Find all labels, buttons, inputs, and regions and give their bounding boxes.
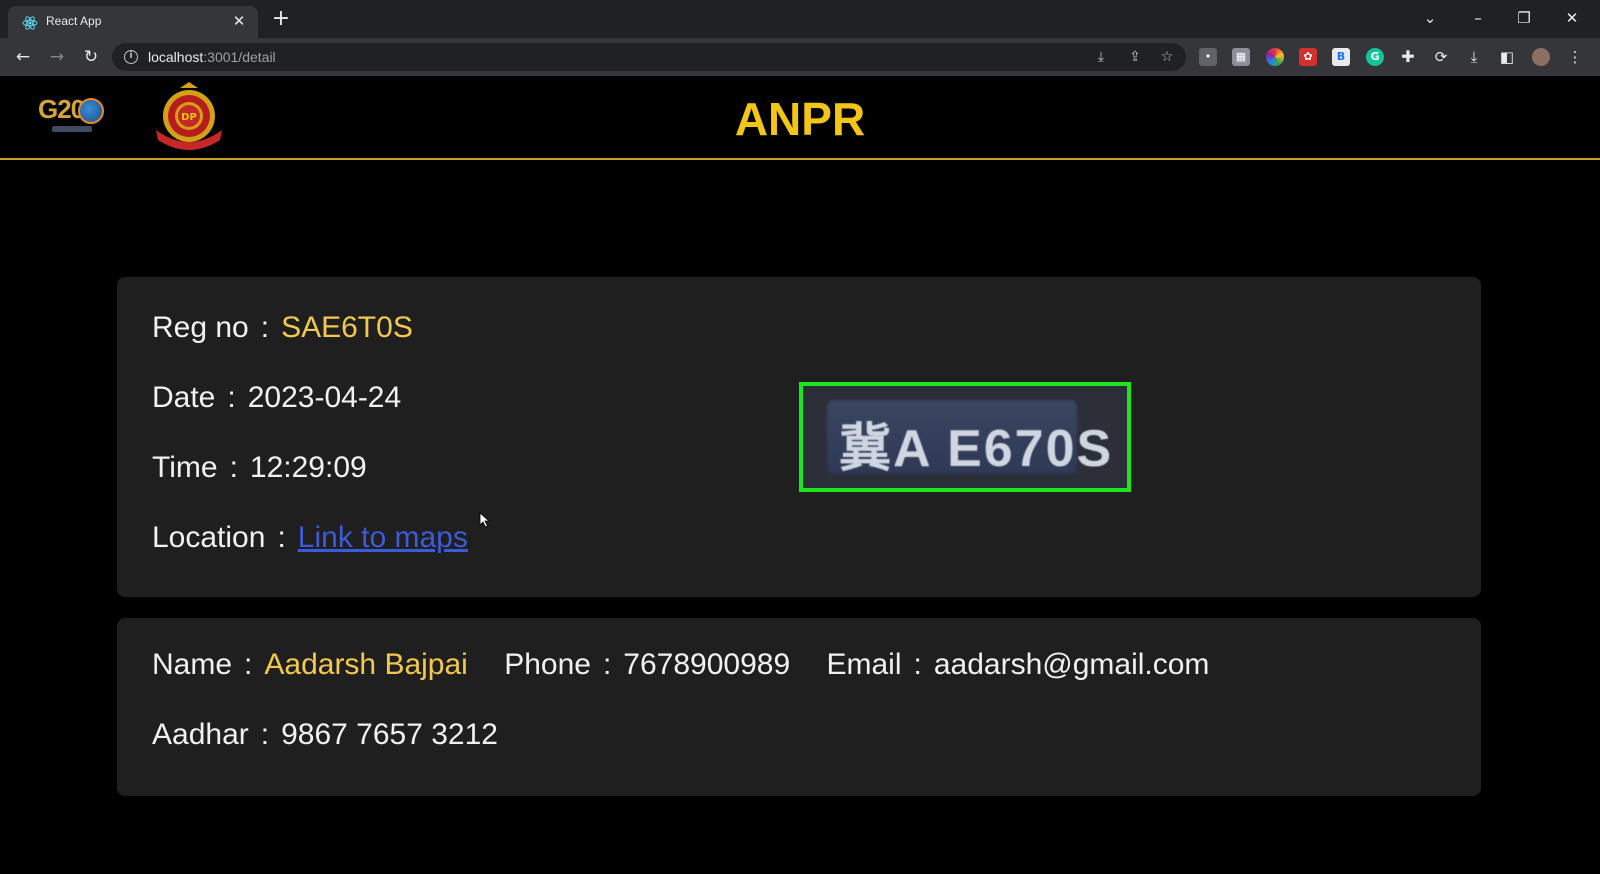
owner-contact-row: Name: Aadarsh Bajpai Phone:7678900989 Ema… xyxy=(152,648,1210,681)
forward-icon[interactable]: → xyxy=(46,46,68,68)
tab-title: React App xyxy=(46,14,102,28)
date-row: Date:2023-04-24 xyxy=(152,381,402,414)
react-favicon-icon xyxy=(22,16,38,30)
new-tab-button[interactable]: + xyxy=(270,8,292,31)
aadhar-label: Aadhar xyxy=(152,718,249,751)
app-header: G20 DP ANPR xyxy=(0,76,1600,160)
location-row: Location: Link to maps xyxy=(152,521,468,554)
reg-no-label: Reg no xyxy=(152,311,249,344)
tab-close-icon[interactable]: ✕ xyxy=(230,12,248,30)
reg-no-value: SAE6T0S xyxy=(281,311,413,344)
extension-3-icon[interactable]: ✿ xyxy=(1299,48,1317,66)
extension-4-icon[interactable]: B xyxy=(1332,48,1350,66)
tab-search-icon[interactable]: ⌄ xyxy=(1420,8,1440,28)
phone-value: 7678900989 xyxy=(623,648,791,681)
site-info-icon[interactable]: i xyxy=(124,50,138,64)
name-label: Name xyxy=(152,648,233,681)
extensions-puzzle-icon[interactable]: ✚ xyxy=(1399,48,1417,66)
name-value: Aadarsh Bajpai xyxy=(264,648,468,681)
color-picker-extension-icon[interactable] xyxy=(1266,48,1284,66)
back-icon[interactable]: ← xyxy=(12,46,34,68)
browser-tab[interactable]: React App ✕ xyxy=(8,6,258,38)
date-label: Date xyxy=(152,381,216,414)
url-text: localhost:3001/detail xyxy=(148,49,276,65)
history-sync-icon[interactable]: ⟳ xyxy=(1432,48,1450,66)
extension-2-icon[interactable]: ▦ xyxy=(1232,48,1250,66)
side-panel-icon[interactable]: ◧ xyxy=(1498,48,1516,66)
share-icon[interactable]: ⇪ xyxy=(1126,48,1144,66)
email-label: Email xyxy=(826,648,902,681)
time-value: 12:29:09 xyxy=(249,451,367,484)
link-to-maps[interactable]: Link to maps xyxy=(298,521,468,554)
restore-button[interactable]: ❐ xyxy=(1514,8,1534,28)
download-icon[interactable]: ⤓ xyxy=(1465,48,1483,66)
profile-avatar[interactable] xyxy=(1532,48,1550,66)
extension-1-icon[interactable]: • xyxy=(1199,48,1217,66)
page-title: ANPR xyxy=(734,93,866,145)
phone-label: Phone xyxy=(504,648,591,681)
install-icon[interactable]: ⤓ xyxy=(1092,48,1110,66)
reg-no-row: Reg no: SAE6T0S xyxy=(152,311,413,344)
date-value: 2023-04-24 xyxy=(247,381,402,414)
bookmark-star-icon[interactable]: ☆ xyxy=(1158,48,1176,66)
aadhar-row: Aadhar:9867 7657 3212 xyxy=(152,718,498,751)
time-row: Time:12:29:09 xyxy=(152,451,367,484)
email-value: aadarsh@gmail.com xyxy=(933,648,1210,681)
license-plate-image: 冀A E670S xyxy=(799,382,1131,492)
mouse-cursor-icon xyxy=(479,512,491,528)
browser-toolbar: ← → ↻ i localhost:3001/detail ⤓ ⇪ ☆ • ▦ … xyxy=(0,38,1600,76)
minimize-button[interactable]: – xyxy=(1468,8,1488,28)
close-window-button[interactable]: ✕ xyxy=(1562,8,1582,28)
time-label: Time xyxy=(152,451,218,484)
browser-menu-icon[interactable]: ⋮ xyxy=(1566,48,1584,66)
reload-icon[interactable]: ↻ xyxy=(80,46,102,68)
location-label: Location xyxy=(152,521,266,554)
plate-image-text: 冀A E670S xyxy=(839,420,1114,478)
vehicle-detail-card: Reg no: SAE6T0S Date:2023-04-24 Time:12:2… xyxy=(117,277,1481,597)
grammarly-icon[interactable]: G xyxy=(1366,48,1384,66)
address-bar[interactable]: i localhost:3001/detail ⤓ ⇪ ☆ xyxy=(112,43,1186,71)
owner-detail-card: Name: Aadarsh Bajpai Phone:7678900989 Ema… xyxy=(117,618,1481,796)
aadhar-value: 9867 7657 3212 xyxy=(281,718,498,751)
browser-tab-bar: React App ✕ + ⌄ – ❐ ✕ xyxy=(0,0,1600,38)
